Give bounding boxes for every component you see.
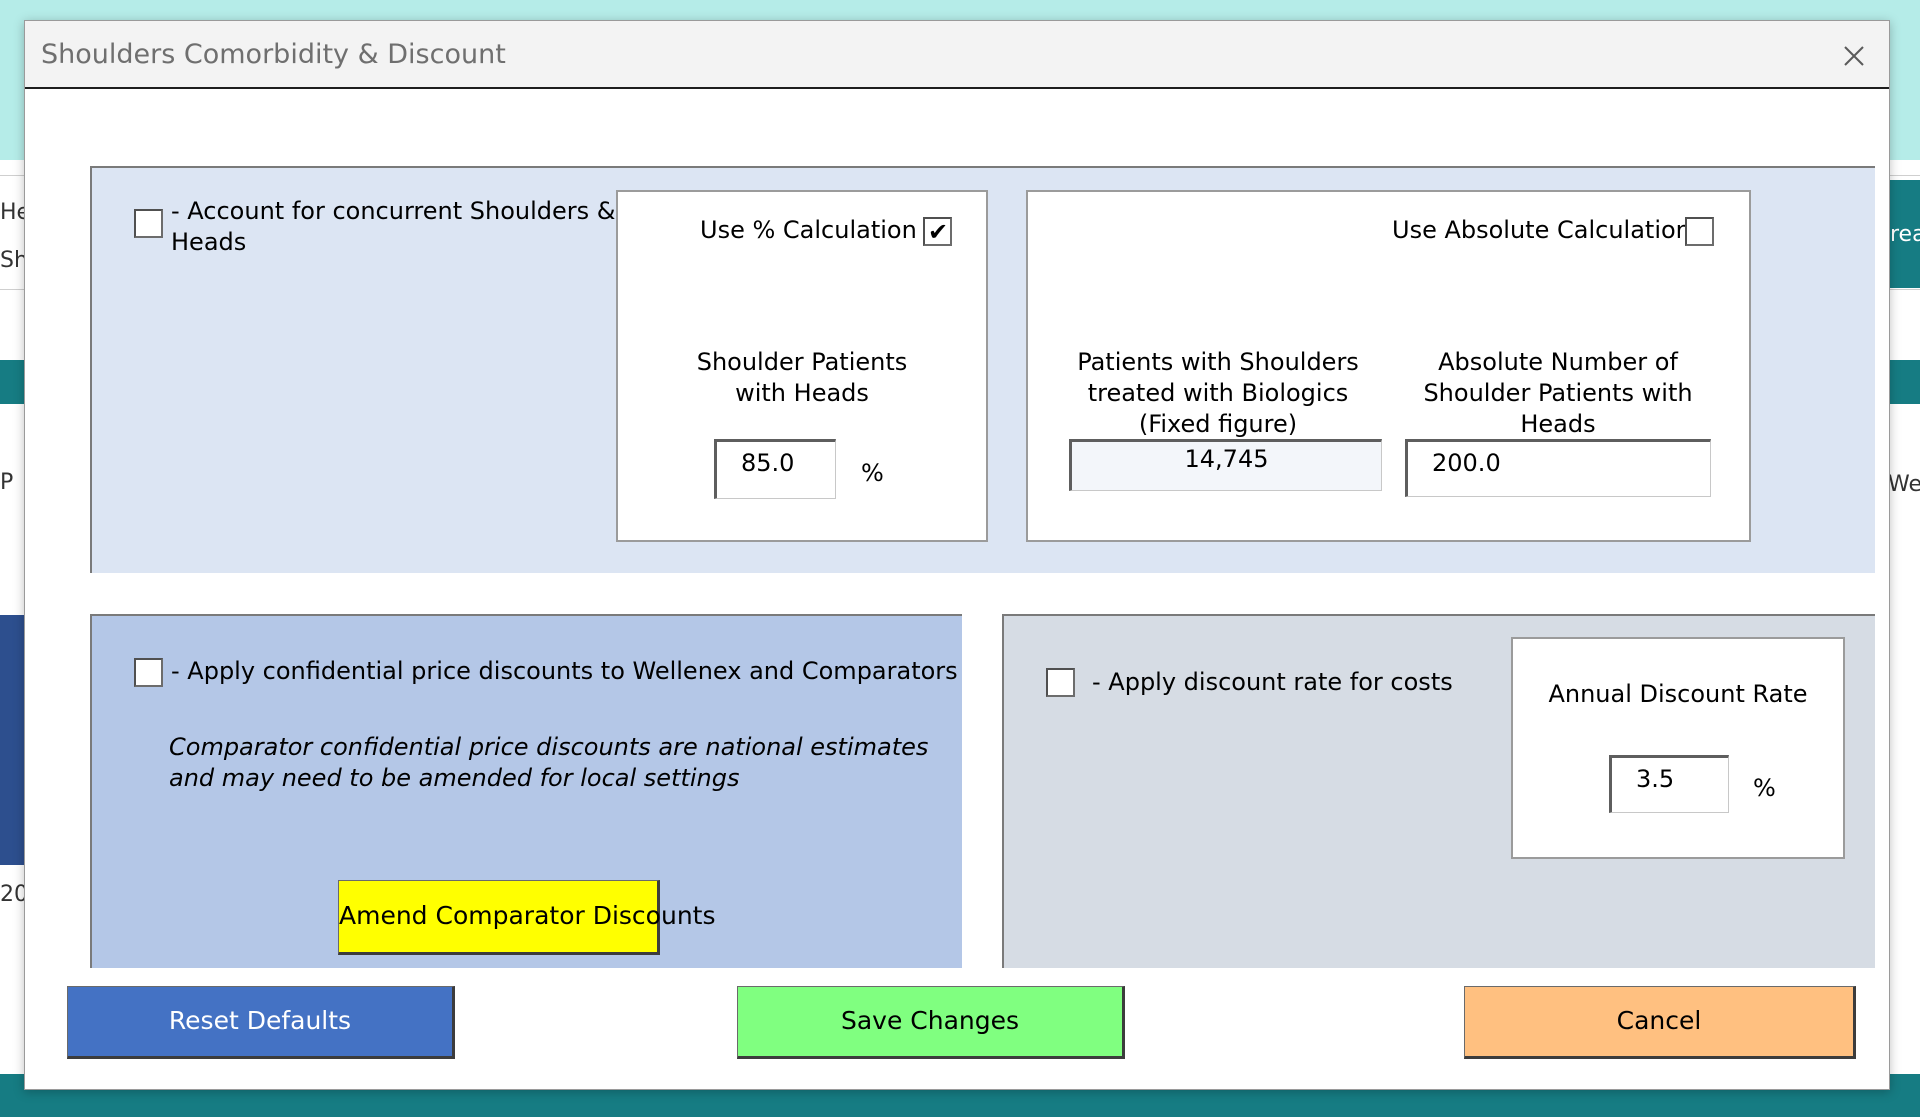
percent-calculation-box: Use % Calculation ✔ Shoulder Patients wi… [616,190,988,542]
shoulder-patients-with-heads-label: with Heads [735,379,869,407]
close-button[interactable] [1837,39,1871,73]
cancel-button[interactable]: Cancel [1464,986,1856,1059]
use-percent-calculation-checkbox[interactable]: ✔ [923,217,952,246]
percent-unit-label: % [861,459,884,487]
shoulder-heads-percent-input[interactable]: 85.0 [714,439,836,499]
absolute-shoulder-patients-label: Heads [1520,410,1596,438]
account-concurrent-label: - Account for concurrent Shoulders & [171,197,616,225]
use-absolute-calculation-label: Use Absolute Calculation [1392,216,1691,244]
background-chart-bar [0,615,24,865]
check-mark-icon: ✔ [928,218,949,246]
comorbidity-discount-dialog: Shoulders Comorbidity & Discount - Accou… [24,20,1890,1090]
discount-rate-checkbox[interactable] [1046,668,1075,697]
close-icon [1844,46,1864,66]
confidential-discount-checkbox[interactable] [134,658,163,687]
patients-treated-biologics-label: treated with Biologics [1087,379,1349,407]
absolute-shoulder-patients-label: Absolute Number of [1438,348,1678,376]
patients-treated-biologics-label: (Fixed figure) [1138,410,1298,438]
confidential-discount-note: and may need to be amended for local set… [169,764,740,792]
background-text: rea [1890,222,1920,247]
account-concurrent-checkbox[interactable] [134,209,163,238]
use-absolute-calculation-checkbox[interactable] [1685,217,1714,246]
annual-discount-rate-label: Annual Discount Rate [1548,680,1808,708]
annual-discount-rate-input[interactable]: 3.5 [1609,755,1729,813]
absolute-shoulder-heads-input[interactable]: 200.0 [1405,439,1711,497]
amend-comparator-discounts-button[interactable]: Amend Comparator Discounts [338,880,716,955]
fixed-figure-field: 14,745 [1069,439,1382,491]
confidential-discount-label: - Apply confidential price discounts to … [171,657,958,685]
percent-unit-label: % [1753,774,1776,802]
reset-defaults-button[interactable]: Reset Defaults [67,986,455,1059]
shoulder-patients-with-heads-label: Shoulder Patients [696,348,908,376]
background-text: Wei [1888,472,1920,497]
dialog-titlebar: Shoulders Comorbidity & Discount [25,21,1889,89]
account-concurrent-label: Heads [171,228,247,256]
patients-treated-biologics-label: Patients with Shoulders [1077,348,1359,376]
confidential-discount-frame: - Apply confidential price discounts to … [90,614,962,968]
dialog-title: Shoulders Comorbidity & Discount [41,39,506,70]
background-text: P [0,470,14,495]
absolute-shoulder-patients-label: Shoulder Patients with [1423,379,1693,407]
absolute-calculation-box: Use Absolute Calculation Patients with S… [1026,190,1751,542]
use-percent-calculation-label: Use % Calculation [700,216,917,244]
annual-discount-rate-box: Annual Discount Rate 3.5 % [1511,637,1845,859]
discount-rate-label: - Apply discount rate for costs [1092,668,1453,696]
confidential-discount-note: Comparator confidential price discounts … [169,733,929,761]
save-changes-button[interactable]: Save Changes [737,986,1125,1059]
